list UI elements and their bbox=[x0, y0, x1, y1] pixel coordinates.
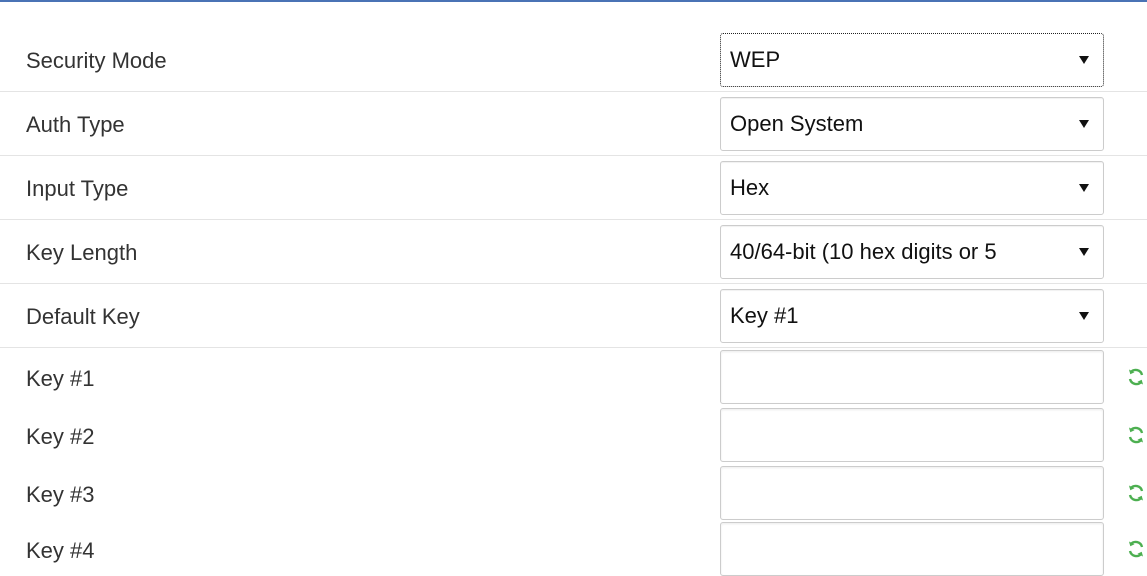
key-4-label: Key #4 bbox=[26, 538, 95, 563]
auth-type-label: Auth Type bbox=[26, 112, 125, 137]
security-mode-value: WEP bbox=[730, 47, 781, 72]
auth-type-row: Auth Type Open System bbox=[0, 92, 1147, 156]
key-1-input[interactable] bbox=[720, 350, 1104, 404]
chevron-down-icon bbox=[1079, 120, 1089, 128]
key-4-row: Key #4 bbox=[0, 520, 1147, 576]
auth-type-select[interactable]: Open System bbox=[720, 97, 1104, 151]
refresh-icon[interactable] bbox=[1126, 539, 1146, 559]
key-4-input[interactable] bbox=[720, 522, 1104, 576]
key-2-label: Key #2 bbox=[26, 424, 95, 449]
input-type-select[interactable]: Hex bbox=[720, 161, 1104, 215]
key-1-row: Key #1 bbox=[0, 348, 1147, 406]
key-3-input[interactable] bbox=[720, 466, 1104, 520]
security-mode-label: Security Mode bbox=[26, 48, 167, 73]
refresh-icon[interactable] bbox=[1126, 483, 1146, 503]
key-length-label: Key Length bbox=[26, 240, 138, 265]
chevron-down-icon bbox=[1079, 312, 1089, 320]
default-key-row: Default Key Key #1 bbox=[0, 284, 1147, 348]
chevron-down-icon bbox=[1079, 248, 1089, 256]
key-3-label: Key #3 bbox=[26, 482, 95, 507]
key-1-label: Key #1 bbox=[26, 366, 95, 391]
default-key-label: Default Key bbox=[26, 304, 140, 329]
key-3-row: Key #3 bbox=[0, 464, 1147, 522]
key-length-select[interactable]: 40/64-bit (10 hex digits or 5 bbox=[720, 225, 1104, 279]
chevron-down-icon bbox=[1079, 184, 1089, 192]
security-mode-row: Security Mode WEP bbox=[0, 28, 1147, 92]
refresh-icon[interactable] bbox=[1126, 367, 1146, 387]
default-key-value: Key #1 bbox=[730, 303, 799, 328]
security-mode-select[interactable]: WEP bbox=[720, 33, 1104, 87]
input-type-row: Input Type Hex bbox=[0, 156, 1147, 220]
key-length-value: 40/64-bit (10 hex digits or 5 bbox=[730, 239, 997, 264]
input-type-label: Input Type bbox=[26, 176, 129, 201]
top-divider bbox=[0, 0, 1147, 2]
key-2-row: Key #2 bbox=[0, 406, 1147, 464]
key-length-row: Key Length 40/64-bit (10 hex digits or 5 bbox=[0, 220, 1147, 284]
key-2-input[interactable] bbox=[720, 408, 1104, 462]
default-key-select[interactable]: Key #1 bbox=[720, 289, 1104, 343]
auth-type-value: Open System bbox=[730, 111, 864, 136]
chevron-down-icon bbox=[1079, 56, 1089, 64]
refresh-icon[interactable] bbox=[1126, 425, 1146, 445]
input-type-value: Hex bbox=[730, 175, 770, 200]
